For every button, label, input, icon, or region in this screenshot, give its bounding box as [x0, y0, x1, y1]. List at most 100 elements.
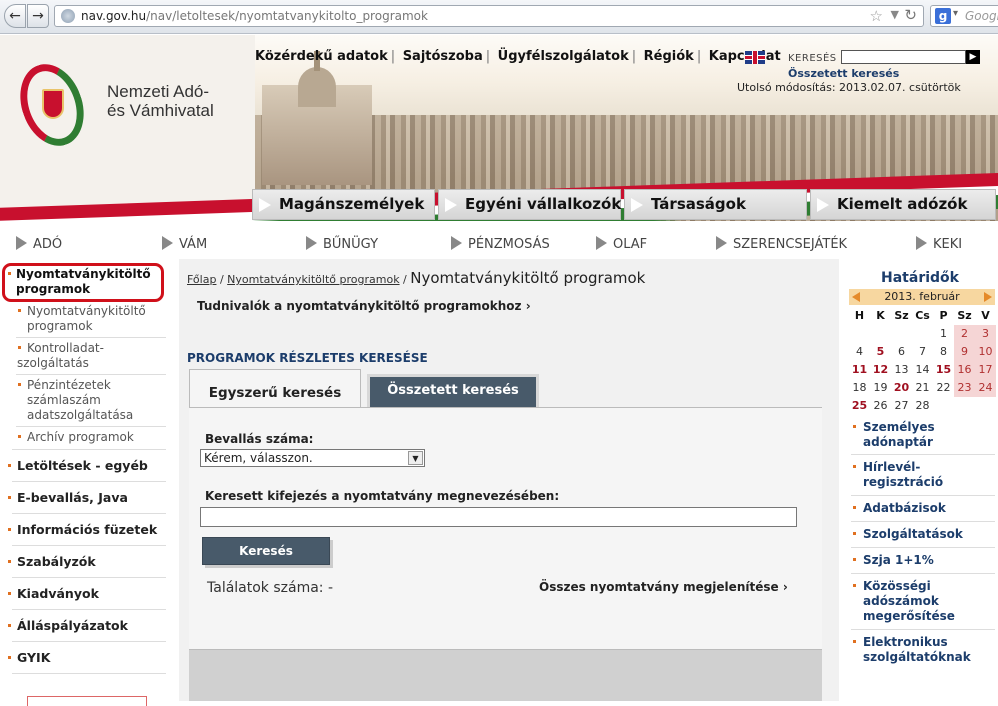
sidebar-item-downloads[interactable]: Letöltések - egyéb	[17, 458, 148, 473]
dropdown-arrow-icon[interactable]: ▼	[891, 8, 899, 21]
arrow-icon	[259, 198, 271, 212]
separator	[851, 629, 995, 630]
tab-advanced-search[interactable]: Összetett keresés	[367, 374, 539, 407]
logo-text[interactable]: Nemzeti Adó- és Vámhivatal	[107, 82, 214, 120]
chevron-right-icon: ›	[782, 580, 788, 594]
secnav-label: OLAF	[613, 237, 648, 252]
sidebar-item-faq[interactable]: GYIK	[17, 650, 50, 665]
sidebar-item-e-filing[interactable]: E-bevallás, Java	[17, 490, 128, 505]
right-link-line: Adatbázisok	[863, 501, 946, 515]
address-bar[interactable]: nav.gov.hu/nav/letoltesek/nyomtatvanykit…	[54, 5, 924, 27]
breadcrumb-parent[interactable]: Nyomtatványkitöltő programok	[227, 273, 399, 286]
sidebar-banner[interactable]	[27, 696, 147, 706]
search-go-icon[interactable]: ▶	[966, 50, 980, 64]
english-flag-icon[interactable]	[745, 51, 765, 64]
sidebar-item-publications[interactable]: Kiadványok	[17, 586, 99, 601]
calendar-empty	[870, 325, 891, 343]
tab-private-persons[interactable]: Magánszemélyek	[252, 189, 435, 220]
calendar-day: 26	[873, 399, 888, 412]
prev-month-icon[interactable]	[852, 292, 860, 302]
site-search-input[interactable]	[841, 50, 966, 64]
right-link-line: adónaptár	[863, 435, 933, 449]
sidebar-item-form-filler-programs[interactable]: Nyomtatványkitöltő programok	[16, 267, 151, 297]
search-engine-caret-icon[interactable]: ▾	[953, 8, 958, 19]
calendar-day[interactable]: 11	[849, 361, 870, 379]
calendar-day: 19	[873, 381, 888, 394]
top-link-regions[interactable]: Régiók	[641, 49, 697, 64]
secnav-gambling[interactable]: SZERENCSEJÁTÉK	[716, 236, 847, 252]
sidebar-item-info-booklets[interactable]: Információs füzetek	[17, 522, 157, 537]
right-link[interactable]: Közösségi adószámok megerősítése	[863, 579, 993, 624]
bullet	[8, 272, 11, 275]
secnav-customs[interactable]: VÁM	[162, 236, 207, 252]
top-link-press[interactable]: Sajtószoba	[400, 49, 486, 64]
calendar-day: 3	[975, 325, 996, 343]
right-link[interactable]: Elektronikus szolgáltatóknak	[863, 635, 993, 665]
sidebar-sub-control-data[interactable]: Kontrolladat-szolgáltatás	[17, 341, 104, 371]
secnav-crime[interactable]: BŰNÜGY	[306, 236, 378, 252]
tab-companies[interactable]: Társaságok	[624, 189, 807, 220]
browser-search-box[interactable]: g ▾ Googl	[930, 5, 998, 27]
form-number-select[interactable]: Kérem, válasszon. ▼	[200, 449, 425, 467]
advanced-search-link[interactable]: Összetett keresés	[788, 67, 899, 80]
bookmark-star-icon[interactable]: ☆	[870, 7, 883, 25]
calendar-day[interactable]: 20	[891, 379, 912, 397]
secnav-keki[interactable]: KEKI	[916, 236, 962, 252]
calendar-day[interactable]: 12	[870, 361, 891, 379]
right-link-line: Szja 1+1%	[863, 553, 934, 567]
sidebar-item-regulations[interactable]: Szabályzók	[17, 554, 96, 569]
tab-simple-search[interactable]: Egyszerű keresés	[189, 369, 361, 409]
tab-sole-traders[interactable]: Egyéni vállalkozók	[438, 189, 621, 220]
tab-label: Egyéni vállalkozók	[465, 195, 622, 213]
calendar-day[interactable]: 15	[933, 361, 954, 379]
sidebar-sub-form-filler[interactable]: Nyomtatványkitöltő programok	[27, 304, 146, 334]
breadcrumb-home[interactable]: Főlap	[187, 273, 216, 286]
calendar-grid: H K Sz Cs P Sz V 1 2 3 4 5 6 7 8 9 10 11 12 13 14 15 16 17 18 19 2…	[849, 307, 996, 415]
sidebar-sub-archive[interactable]: Archív programok	[27, 430, 134, 445]
calendar-day[interactable]: 5	[870, 343, 891, 361]
secnav-olaf[interactable]: OLAF	[596, 236, 647, 252]
label-line: Kontrolladat-	[27, 341, 104, 355]
info-link[interactable]: Tudnivalók a nyomtatványkitöltő programo…	[197, 299, 531, 313]
secnav-money-laundering[interactable]: PÉNZMOSÁS	[451, 236, 550, 252]
bullet	[8, 496, 11, 499]
google-icon: g	[935, 8, 951, 24]
info-link-text: Tudnivalók a nyomtatványkitöltő programo…	[197, 299, 522, 313]
top-navigation: Közérdekű adatok | Sajtószoba | Ügyfélszol…	[252, 49, 784, 64]
tab-key-taxpayers[interactable]: Kiemelt adózók	[810, 189, 996, 220]
breadcrumb: Főlap / Nyomtatványkitöltő programok / N…	[187, 269, 646, 287]
arrow-icon	[162, 236, 173, 250]
calendar-day: 23	[954, 379, 975, 397]
chevron-down-icon[interactable]: ▼	[408, 451, 423, 465]
sidebar-sub-bank-account[interactable]: Pénzintézetek számlaszám adatszolgáltatása	[17, 378, 133, 423]
browser-search-placeholder: Googl	[965, 9, 998, 23]
back-icon[interactable]: ←	[4, 4, 26, 28]
calendar-empty	[849, 325, 870, 343]
arrow-icon	[596, 236, 607, 250]
reload-icon[interactable]: ↻	[904, 6, 917, 24]
chevron-right-icon: ›	[525, 299, 531, 313]
right-link[interactable]: Szolgáltatások	[863, 527, 993, 542]
right-link[interactable]: Hírlevél-regisztráció	[863, 460, 993, 490]
right-link-line: Elektronikus	[863, 635, 948, 649]
separator	[851, 495, 995, 496]
secnav-tax[interactable]: ADÓ	[16, 236, 62, 252]
right-link[interactable]: Személyes adónaptár	[863, 420, 993, 450]
nav-logo[interactable]	[9, 55, 95, 155]
logo-line1: Nemzeti Adó-	[107, 82, 210, 101]
show-all-forms-link[interactable]: Összes nyomtatvány megjelenítése ›	[539, 580, 788, 594]
top-link-public-data[interactable]: Közérdekű adatok	[252, 49, 391, 64]
sidebar-item-job-openings[interactable]: Álláspályázatok	[17, 618, 128, 633]
right-link[interactable]: Adatbázisok	[863, 501, 993, 516]
right-link[interactable]: Szja 1+1%	[863, 553, 993, 568]
forward-icon[interactable]: →	[27, 4, 49, 28]
separator	[12, 641, 166, 642]
calendar-day[interactable]: 25	[849, 397, 870, 415]
search-button[interactable]: Keresés	[202, 537, 330, 565]
bullet	[853, 425, 856, 428]
coat-of-arms-icon	[42, 89, 64, 119]
top-link-customer-service[interactable]: Ügyfélszolgálatok	[495, 49, 632, 64]
keyword-input[interactable]	[200, 507, 797, 527]
next-month-icon[interactable]	[984, 292, 992, 302]
label-line: adatszolgáltatása	[27, 408, 134, 422]
